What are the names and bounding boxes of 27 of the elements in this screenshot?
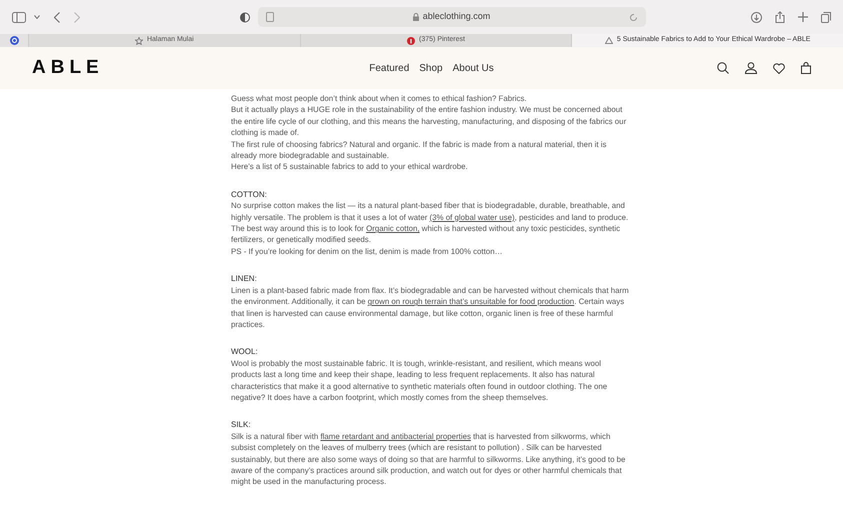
share-icon[interactable] xyxy=(775,11,785,23)
plus-icon[interactable] xyxy=(798,12,808,22)
nav-link[interactable]: Shop xyxy=(419,60,443,76)
logo[interactable]: ABLE xyxy=(32,54,292,82)
lock-icon xyxy=(412,13,419,21)
tabs-icon[interactable] xyxy=(821,12,831,22)
section-heading: SILK: xyxy=(231,419,252,431)
section-heading: COTTON: xyxy=(231,188,268,200)
section-heading: WOOL: xyxy=(231,346,259,358)
bag-icon[interactable] xyxy=(801,62,811,74)
person-icon[interactable] xyxy=(745,62,757,74)
star-icon xyxy=(134,36,143,44)
search-icon[interactable] xyxy=(717,62,729,74)
address-bar[interactable]: ableclothing.com xyxy=(258,7,646,27)
url-text: ableclothing.com xyxy=(422,10,490,24)
download-icon[interactable] xyxy=(751,12,762,22)
page-icon xyxy=(266,12,274,22)
nav-link[interactable]: About Us xyxy=(452,60,494,76)
back-icon[interactable] xyxy=(54,12,60,22)
sidebar-icon[interactable] xyxy=(12,12,26,22)
chevron-down-icon[interactable] xyxy=(34,15,40,19)
reload-icon[interactable] xyxy=(629,12,638,22)
heart-icon[interactable] xyxy=(773,62,785,74)
warning-icon xyxy=(604,37,613,44)
section-heading: LINEN: xyxy=(231,273,258,285)
profile-icon[interactable] xyxy=(10,36,18,45)
nav-link[interactable]: Featured xyxy=(369,60,410,76)
